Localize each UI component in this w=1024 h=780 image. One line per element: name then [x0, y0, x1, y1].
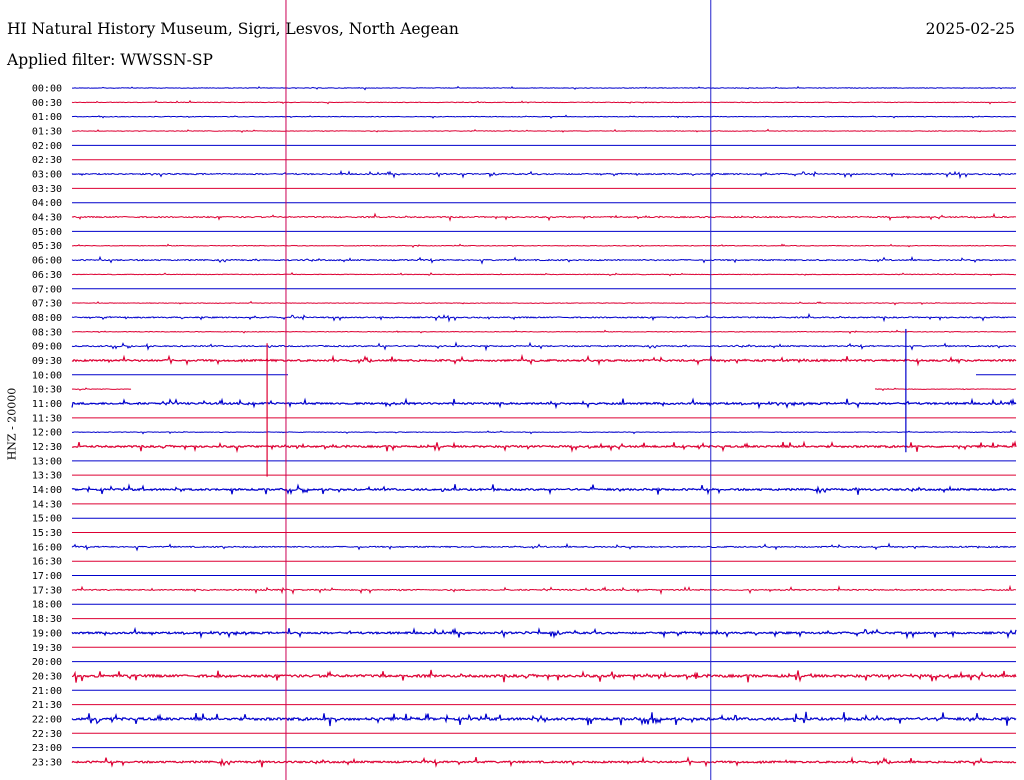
time-tick-label: 19:30 — [32, 643, 62, 654]
trace-line — [71, 272, 1017, 277]
time-tick-label: 07:00 — [32, 284, 62, 295]
trace-line — [71, 128, 1017, 134]
trace-line — [71, 312, 1017, 323]
trace-line — [71, 85, 1017, 91]
time-tick-label: 20:00 — [32, 657, 62, 668]
time-tick-label: 04:00 — [32, 198, 62, 209]
trace-line — [71, 669, 1017, 683]
trace-line — [71, 542, 1017, 552]
time-tick-label: 10:30 — [32, 385, 62, 396]
trace-line — [71, 353, 1017, 367]
time-tick-label: 17:00 — [32, 571, 62, 582]
trace-line — [71, 99, 1017, 105]
time-tick-label: 23:00 — [32, 743, 62, 754]
time-tick-label: 11:00 — [32, 399, 62, 410]
trace-line — [71, 483, 1017, 496]
trace-line — [71, 329, 1017, 335]
trace-line — [71, 169, 1017, 180]
time-tick-label: 16:30 — [32, 557, 62, 568]
time-tick-label: 09:00 — [32, 342, 62, 353]
trace-line — [71, 584, 1017, 596]
time-tick-label: 10:00 — [32, 370, 62, 381]
time-tick-label: 00:00 — [32, 84, 62, 95]
trace-line — [71, 341, 1017, 352]
time-tick-label: 18:00 — [32, 600, 62, 611]
time-tick-label: 03:00 — [32, 170, 62, 181]
trace-line — [71, 429, 1017, 435]
time-tick-label: 05:00 — [32, 227, 62, 238]
trace-line — [71, 255, 1017, 265]
time-tick-label: 15:30 — [32, 528, 62, 539]
time-tick-labels: 00:00 00:30 01:00 01:30 02:00 02:30 03:00 03:30… — [32, 84, 62, 769]
trace-line — [71, 212, 1017, 222]
time-tick-label: 04:30 — [32, 213, 62, 224]
helicorder-plot: 00:00 00:30 01:00 01:30 02:00 02:30 03:00 03:30… — [32, 0, 1017, 780]
time-tick-label: 19:00 — [32, 628, 62, 639]
trace-line — [71, 300, 1017, 306]
time-tick-label: 13:00 — [32, 456, 62, 467]
time-tick-label: 14:30 — [32, 499, 62, 510]
trace-line — [71, 440, 1017, 454]
time-tick-label: 08:30 — [32, 327, 62, 338]
time-tick-label: 00:30 — [32, 98, 62, 109]
time-tick-label: 21:00 — [32, 686, 62, 697]
time-tick-label: 12:30 — [32, 442, 62, 453]
time-tick-label: 14:00 — [32, 485, 62, 496]
time-tick-label: 20:30 — [32, 671, 62, 682]
time-tick-label: 07:30 — [32, 299, 62, 310]
trace-line — [71, 387, 1017, 392]
time-tick-label: 16:00 — [32, 542, 62, 553]
trace-line — [71, 626, 1017, 640]
time-tick-label: 12:00 — [32, 428, 62, 439]
trace-line — [71, 711, 1017, 727]
time-tick-label: 21:30 — [32, 700, 62, 711]
trace-line — [71, 397, 1017, 410]
time-tick-label: 02:00 — [32, 141, 62, 152]
time-tick-label: 05:30 — [32, 241, 62, 252]
time-tick-label: 06:00 — [32, 256, 62, 267]
time-tick-label: 11:30 — [32, 413, 62, 424]
time-tick-label: 06:30 — [32, 270, 62, 281]
trace-line — [71, 243, 1017, 249]
time-tick-label: 13:30 — [32, 471, 62, 482]
time-tick-label: 01:30 — [32, 127, 62, 138]
time-tick-label: 08:00 — [32, 313, 62, 324]
time-tick-label: 02:30 — [32, 155, 62, 166]
time-tick-label: 22:00 — [32, 714, 62, 725]
trace-lines — [71, 85, 1017, 768]
time-tick-label: 15:00 — [32, 514, 62, 525]
time-tick-label: 23:30 — [32, 757, 62, 768]
trace-line — [71, 756, 1017, 768]
time-tick-label: 09:30 — [32, 356, 62, 367]
trace-line — [71, 114, 1017, 119]
time-tick-label: 03:30 — [32, 184, 62, 195]
time-tick-label: 18:30 — [32, 614, 62, 625]
time-tick-label: 17:30 — [32, 585, 62, 596]
time-tick-label: 01:00 — [32, 112, 62, 123]
time-tick-label: 22:30 — [32, 729, 62, 740]
